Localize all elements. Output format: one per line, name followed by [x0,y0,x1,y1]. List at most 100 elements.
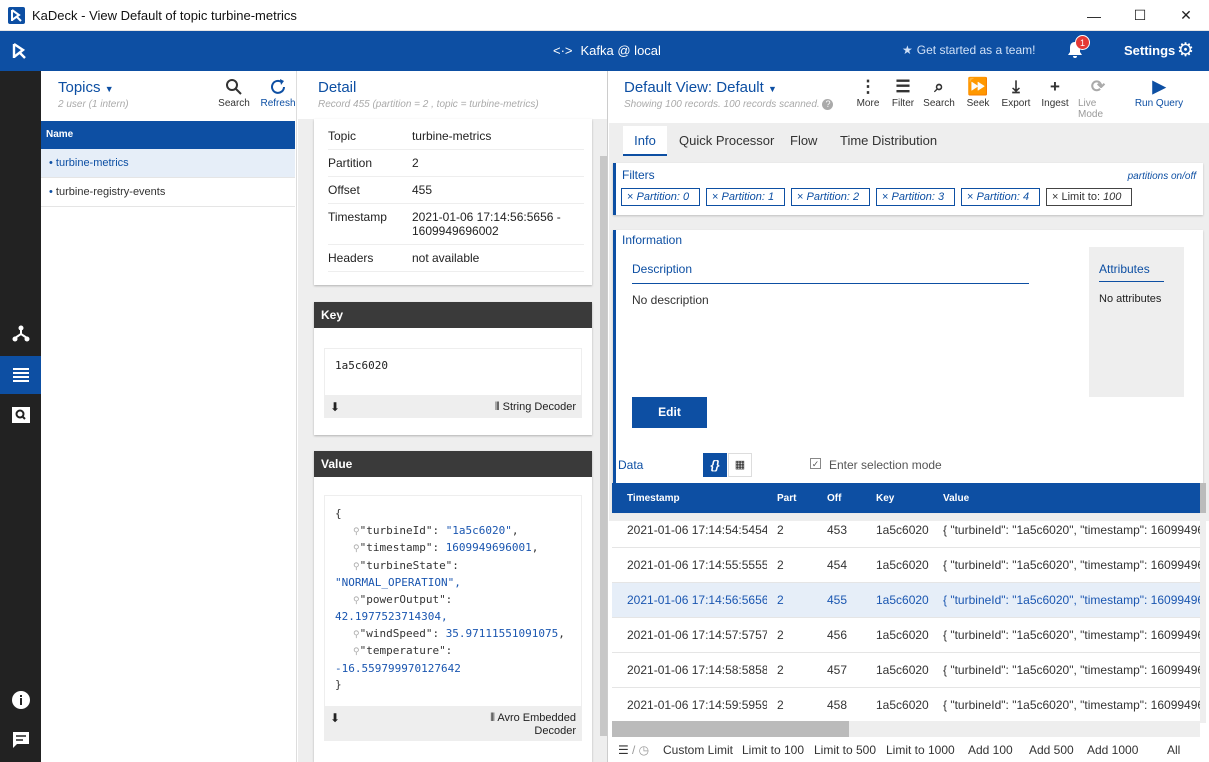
edit-button[interactable]: Edit [632,397,707,428]
kadeck-logo-icon[interactable] [10,41,30,64]
connection-switcher[interactable]: <·> Kafka @ local [553,43,661,58]
cell-ts: 2021-01-06 17:14:55:5555 [627,558,767,572]
column-timestamp[interactable]: Timestamp [627,493,680,504]
data-browser-icon[interactable] [0,356,41,394]
magnifier-icon[interactable]: ⚲ [353,562,360,572]
json-view-icon[interactable]: {} [703,453,727,477]
table-row[interactable]: 2021-01-06 17:14:57:5757 2 456 1a5c6020 { "t… [612,618,1200,653]
partition-filter-chip[interactable]: × Partition: 4 [961,188,1040,206]
limit-option[interactable]: Limit to 1000 [886,743,955,757]
cell-key: 1a5c6020 [876,663,929,677]
json-line: ⚲"timestamp": 1609949696001, [335,540,571,558]
column-value[interactable]: Value [943,493,969,504]
json-text: 42.1977523714304, [335,610,448,623]
app-logo-icon [8,7,25,24]
magnifier-icon[interactable]: ⚲ [353,544,360,554]
more-button[interactable]: ⋮ More [848,76,888,109]
limit-option[interactable]: Limit to 100 [742,743,804,757]
topics-refresh-button[interactable]: Refresh [260,76,296,109]
information-title: Information [622,233,683,247]
topology-icon[interactable] [0,314,41,352]
partition-filter-chip[interactable]: × Partition: 0 [621,188,700,206]
table-row[interactable]: 2021-01-06 17:14:59:5959 2 458 1a5c6020 { "t… [612,688,1200,723]
topic-list-item[interactable]: • turbine-registry-events [41,178,295,207]
json-line: { [335,506,571,523]
settings-label[interactable]: Settings [1124,43,1175,58]
column-off[interactable]: Off [827,493,841,504]
table-row[interactable]: 2021-01-06 17:14:54:5454 2 453 1a5c6020 { "t… [612,513,1200,548]
run-query-button[interactable]: ▶ Run Query [1134,76,1184,109]
vertical-scrollbar[interactable] [1200,483,1206,723]
selection-mode-toggle[interactable]: ✓ Enter selection mode [810,458,942,472]
magnifier-icon[interactable]: ⚲ [353,647,360,657]
filter-chips: × Partition: 0 × Partition: 1 × Partition:… [621,188,1181,208]
search-icon [225,76,243,98]
download-icon[interactable]: ⬇ [330,400,340,414]
table-row[interactable]: 2021-01-06 17:14:58:5858 2 457 1a5c6020 { "t… [612,653,1200,688]
tab-flow[interactable]: Flow [781,126,826,156]
limit-option[interactable]: Add 500 [1029,743,1074,757]
partition-filter-chip[interactable]: × Partition: 3 [876,188,955,206]
limit-option[interactable]: Add 100 [968,743,1013,757]
magnifier-icon[interactable]: ⚲ [353,596,360,606]
notification-bell-icon[interactable]: 1 [1066,35,1090,63]
scrollbar-thumb[interactable] [1200,483,1206,513]
topics-search-button[interactable]: Search [218,76,250,109]
limit-filter-chip[interactable]: × Limit to: 100 [1046,188,1132,206]
json-punct: , [511,523,519,537]
live-mode-button[interactable]: ⟳ Live Mode [1078,76,1118,120]
download-icon[interactable]: ⬇ [330,711,340,725]
detail-scrollbar[interactable] [600,156,607,736]
column-part[interactable]: Part [777,493,796,504]
tab-time-distribution[interactable]: Time Distribution [831,126,946,156]
json-punct: , [558,626,565,640]
column-key[interactable]: Key [876,493,894,504]
chip-label: Partition: 0 [636,191,690,203]
limit-option[interactable]: Limit to 500 [814,743,876,757]
search-button[interactable]: ⌕ Search [919,76,959,109]
limit-footer: ☰ / ◷ Custom Limit Limit to 100 Limit to 5… [609,743,1209,762]
search-icon[interactable] [0,396,41,434]
value-decoder[interactable]: ⫴ Avro Embedded Decoder [466,712,576,737]
minimize-button[interactable]: — [1071,0,1117,31]
topics-column-header[interactable]: Name [41,121,295,149]
value-footer: ⬇ ⫴ Avro Embedded Decoder [324,707,582,741]
limit-option[interactable]: Add 1000 [1087,743,1138,757]
partitions-toggle[interactable]: partitions on/off [1128,171,1196,182]
maximize-button[interactable]: ☐ [1117,0,1163,31]
partition-filter-chip[interactable]: × Partition: 2 [791,188,870,206]
toolbar-label: Seek [966,98,990,109]
team-link[interactable]: ★ Get started as a team! [902,43,1036,57]
export-button[interactable]: ⤓ Export [996,76,1036,109]
feedback-icon[interactable] [0,721,41,759]
cell-part: 2 [777,558,784,572]
table-row[interactable]: 2021-01-06 17:14:56:5656 2 455 1a5c6020 { "t… [612,583,1200,618]
detail-title: Detail [318,79,357,96]
info-icon[interactable] [0,681,41,719]
close-button[interactable]: ✕ [1163,0,1209,31]
cell-part: 2 [777,523,784,537]
tab-quick-processor[interactable]: Quick Processor [670,126,783,156]
topics-title[interactable]: Topics ▼ [58,79,114,96]
gear-icon[interactable]: ⚙ [1177,39,1194,62]
magnifier-icon[interactable]: ⚲ [353,527,360,537]
scrollbar-thumb[interactable] [612,721,849,737]
table-row[interactable]: 2021-01-06 17:14:55:5555 2 454 1a5c6020 { "t… [612,548,1200,583]
topic-list-item[interactable]: • turbine-metrics [41,149,295,178]
filter-button[interactable]: ☰ Filter [883,76,923,109]
help-icon[interactable]: ? [822,99,834,110]
ingest-button[interactable]: + Ingest [1035,76,1075,109]
meta-value: not available [411,244,584,272]
horizontal-scrollbar[interactable] [612,721,1200,737]
tab-info[interactable]: Info [623,126,667,156]
seek-button[interactable]: ⏩ Seek [958,76,998,109]
key-decoder[interactable]: ⫴ String Decoder [495,401,576,414]
magnifier-icon[interactable]: ⚲ [353,630,360,640]
table-view-icon[interactable]: ▦ [728,453,752,477]
partition-filter-chip[interactable]: × Partition: 1 [706,188,785,206]
limit-option[interactable]: All [1167,743,1180,757]
view-title[interactable]: Default View: Default ▼ [624,79,777,96]
limit-option[interactable]: Custom Limit [663,743,733,757]
cell-part: 2 [777,628,784,642]
menu-icon[interactable]: ☰ [618,743,629,757]
